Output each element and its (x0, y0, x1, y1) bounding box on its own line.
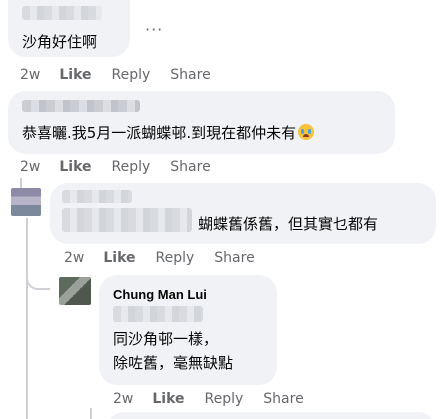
like-button[interactable]: Like (59, 67, 91, 83)
comment-actions: 2w Like Reply Share (20, 67, 211, 83)
redacted-author-name (62, 190, 132, 203)
share-button[interactable]: Share (170, 159, 210, 175)
comment-author[interactable]: Chung Man Lui (113, 287, 207, 302)
avatar[interactable] (59, 277, 91, 305)
comment-actions: 2w Like Reply Share (113, 391, 304, 407)
comment-actions: 2w Like Reply Share (64, 250, 255, 266)
comment-actions: 2w Like Reply Share (20, 159, 211, 175)
crying-face-icon (298, 124, 315, 140)
reply-button[interactable]: Reply (112, 67, 151, 83)
redacted-text (62, 208, 192, 232)
share-button[interactable]: Share (214, 250, 254, 266)
comment-bubble-partial (106, 412, 436, 419)
like-button[interactable]: Like (152, 391, 184, 407)
comment-text-content: 恭喜曬.我5月一派蝴蝶邨.到現在都仲未有 (22, 124, 297, 142)
avatar[interactable] (11, 188, 41, 216)
like-button[interactable]: Like (59, 159, 91, 175)
timestamp[interactable]: 2w (20, 67, 40, 83)
thread-line (26, 218, 28, 419)
reply-button[interactable]: Reply (156, 250, 195, 266)
timestamp[interactable]: 2w (113, 391, 133, 407)
reply-button[interactable]: Reply (205, 391, 244, 407)
reply-button[interactable]: Reply (112, 159, 151, 175)
redacted-author-name (22, 6, 102, 20)
share-button[interactable]: Share (263, 391, 303, 407)
share-button[interactable]: Share (170, 67, 210, 83)
redacted-text (113, 306, 203, 322)
ellipsis-icon[interactable]: ··· (145, 20, 163, 39)
comment-text: 蝴蝶舊係舊，但其實乜都有 (198, 215, 379, 233)
comment-text: 沙角好住啊 (22, 33, 98, 51)
redacted-author-name (22, 100, 140, 112)
timestamp[interactable]: 2w (64, 250, 84, 266)
thread-connector (26, 270, 50, 290)
comment-text-line-1: 同沙角邨一樣， (113, 330, 219, 348)
comment-text-line-2: 除咗舊，毫無缺點 (113, 354, 234, 372)
timestamp[interactable]: 2w (20, 159, 40, 175)
thread-connector (90, 408, 106, 419)
comment-text: 恭喜曬.我5月一派蝴蝶邨.到現在都仲未有 (22, 123, 315, 143)
like-button[interactable]: Like (103, 250, 135, 266)
